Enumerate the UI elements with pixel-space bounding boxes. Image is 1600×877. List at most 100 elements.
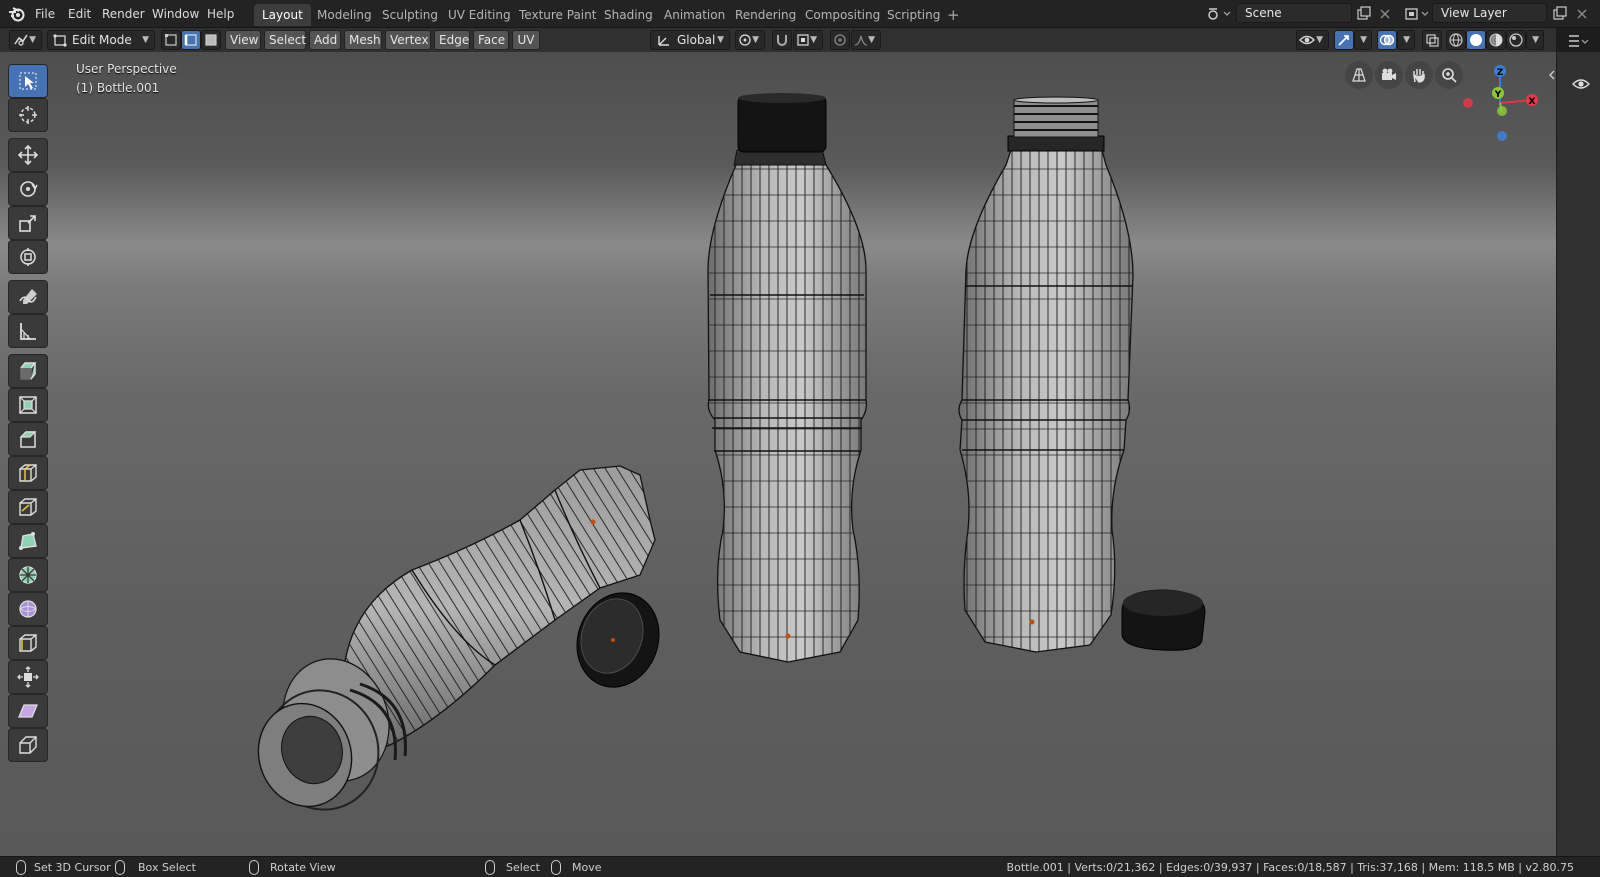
axis-navigation-gizmo[interactable]: Z X Y [1455, 58, 1545, 148]
shear-tool-icon[interactable] [8, 694, 48, 728]
rotate-tool-icon[interactable] [8, 172, 48, 206]
overlays-dropdown[interactable]: ▼ [1397, 30, 1415, 50]
spin-tool-icon[interactable] [8, 558, 48, 592]
move-tool-icon[interactable] [8, 138, 48, 172]
falloff-dropdown[interactable]: ▼ [851, 30, 881, 50]
proportional-edit-icon[interactable] [830, 30, 850, 50]
scene-name-field[interactable]: Scene [1236, 3, 1352, 23]
camera-view-icon[interactable] [1375, 61, 1403, 89]
snap-target-dropdown[interactable]: ▼ [793, 30, 823, 50]
bottle-cap-mesh-right[interactable] [1121, 589, 1206, 651]
visibility-dropdown[interactable]: ▼ [1296, 30, 1329, 50]
transform-orientation-dropdown[interactable]: Global ▼ [650, 30, 730, 50]
loop-cut-tool-icon[interactable] [8, 456, 48, 490]
scene-delete-icon[interactable] [1375, 4, 1395, 24]
tab-uv-editing[interactable]: UV Editing [440, 4, 519, 26]
extrude-region-tool-icon[interactable] [8, 354, 48, 388]
status-box-select: Box Select [138, 861, 196, 874]
edge-slide-tool-icon[interactable] [8, 626, 48, 660]
tab-shading[interactable]: Shading [596, 4, 661, 26]
xray-toggle-icon[interactable] [1422, 30, 1442, 50]
gizmo-dropdown[interactable]: ▼ [1354, 30, 1372, 50]
gizmo-toggle-icon[interactable] [1334, 30, 1354, 50]
tab-layout[interactable]: Layout [254, 4, 311, 26]
tab-compositing[interactable]: Compositing [797, 4, 888, 26]
tab-texture-paint[interactable]: Texture Paint [511, 4, 604, 26]
rip-region-tool-icon[interactable] [8, 728, 48, 762]
wireframe-shading-icon[interactable] [1446, 30, 1466, 50]
scene-browse-icon[interactable] [1204, 4, 1234, 24]
tab-rendering[interactable]: Rendering [727, 4, 804, 26]
snap-toggle-icon[interactable] [772, 30, 792, 50]
status-move: Move [572, 861, 602, 874]
outliner-filter-icon[interactable] [1567, 32, 1591, 52]
status-bar: Set 3D Cursor Box Select Rotate View Sel… [0, 856, 1600, 877]
view-layer-name-field[interactable]: View Layer [1432, 3, 1547, 23]
view-layer-new-icon[interactable] [1550, 4, 1570, 24]
add-workspace-button[interactable]: + [947, 4, 960, 26]
orientation-icon [658, 36, 669, 46]
sidebar-toggle-icon[interactable] [1547, 70, 1557, 80]
bottle-mesh-center[interactable] [700, 93, 880, 670]
menu-uv[interactable]: UV [512, 30, 540, 50]
solid-shading-icon[interactable] [1466, 30, 1486, 50]
scale-tool-icon[interactable] [8, 206, 48, 240]
hide-in-viewport-eye-icon[interactable] [1571, 74, 1591, 94]
axis-neg-z-icon[interactable] [1497, 131, 1507, 141]
menu-face[interactable]: Face [473, 30, 509, 50]
pan-view-hand-icon[interactable] [1405, 61, 1433, 89]
tab-modeling[interactable]: Modeling [309, 4, 380, 26]
shrink-fatten-tool-icon[interactable] [8, 660, 48, 694]
material-shading-icon[interactable] [1486, 30, 1506, 50]
select-box-tool-icon[interactable] [8, 64, 48, 98]
cursor-tool-icon[interactable] [8, 98, 48, 132]
view-name-label: User Perspective [76, 62, 177, 76]
shading-dropdown[interactable]: ▼ [1526, 30, 1544, 50]
menu-edit[interactable]: Edit [68, 5, 91, 23]
menu-edge[interactable]: Edge [434, 30, 470, 50]
edge-select-icon[interactable] [181, 30, 201, 50]
ortho-toggle-icon[interactable] [1345, 61, 1373, 89]
overlays-toggle-icon[interactable] [1377, 30, 1397, 50]
edit-mode-icon [53, 34, 67, 47]
rendered-shading-icon[interactable] [1506, 30, 1526, 50]
blender-logo-icon[interactable] [8, 5, 26, 23]
menu-vertex[interactable]: Vertex [385, 30, 431, 50]
axis-neg-y-icon[interactable] [1497, 106, 1507, 116]
menu-mesh[interactable]: Mesh [344, 30, 382, 50]
axis-neg-x-icon[interactable] [1463, 98, 1473, 108]
menu-add[interactable]: Add [309, 30, 341, 50]
annotate-tool-icon[interactable] [8, 280, 48, 314]
tab-sculpting[interactable]: Sculpting [374, 4, 446, 26]
menu-help[interactable]: Help [207, 5, 234, 23]
menu-select[interactable]: Select [264, 30, 306, 50]
menu-view[interactable]: View [225, 30, 261, 50]
tab-animation[interactable]: Animation [656, 4, 733, 26]
view-layer-delete-icon[interactable] [1572, 4, 1592, 24]
pivot-point-dropdown[interactable]: ▼ [735, 30, 765, 50]
poly-build-tool-icon[interactable] [8, 524, 48, 558]
object-name-label: (1) Bottle.001 [76, 81, 160, 95]
tab-scripting[interactable]: Scripting [879, 4, 948, 26]
face-select-icon[interactable] [201, 30, 221, 50]
mode-dropdown[interactable]: Edit Mode ▼ [47, 30, 155, 50]
bevel-tool-icon[interactable] [8, 422, 48, 456]
vertex-select-icon[interactable] [161, 30, 181, 50]
axis-y-label: Y [1494, 90, 1502, 100]
menu-file[interactable]: File [35, 5, 55, 23]
transform-tool-icon[interactable] [8, 240, 48, 274]
menu-render[interactable]: Render [102, 5, 145, 23]
knife-tool-icon[interactable] [8, 490, 48, 524]
falloff-curve-icon [854, 35, 868, 46]
scene-new-icon[interactable] [1354, 4, 1374, 24]
editor-type-dropdown[interactable]: ▼ [9, 30, 42, 50]
smooth-tool-icon[interactable] [8, 592, 48, 626]
measure-tool-icon[interactable] [8, 314, 48, 348]
view-layer-browse-icon[interactable] [1403, 4, 1431, 24]
bottle-mesh-right[interactable] [950, 96, 1150, 670]
menu-window[interactable]: Window [152, 5, 199, 23]
3d-viewport[interactable]: User Perspective (1) Bottle.001 Z X Y [0, 52, 1556, 856]
chevron-down-icon: ▼ [752, 35, 759, 45]
inset-faces-tool-icon[interactable] [8, 388, 48, 422]
scene-canvas[interactable] [0, 52, 1556, 856]
